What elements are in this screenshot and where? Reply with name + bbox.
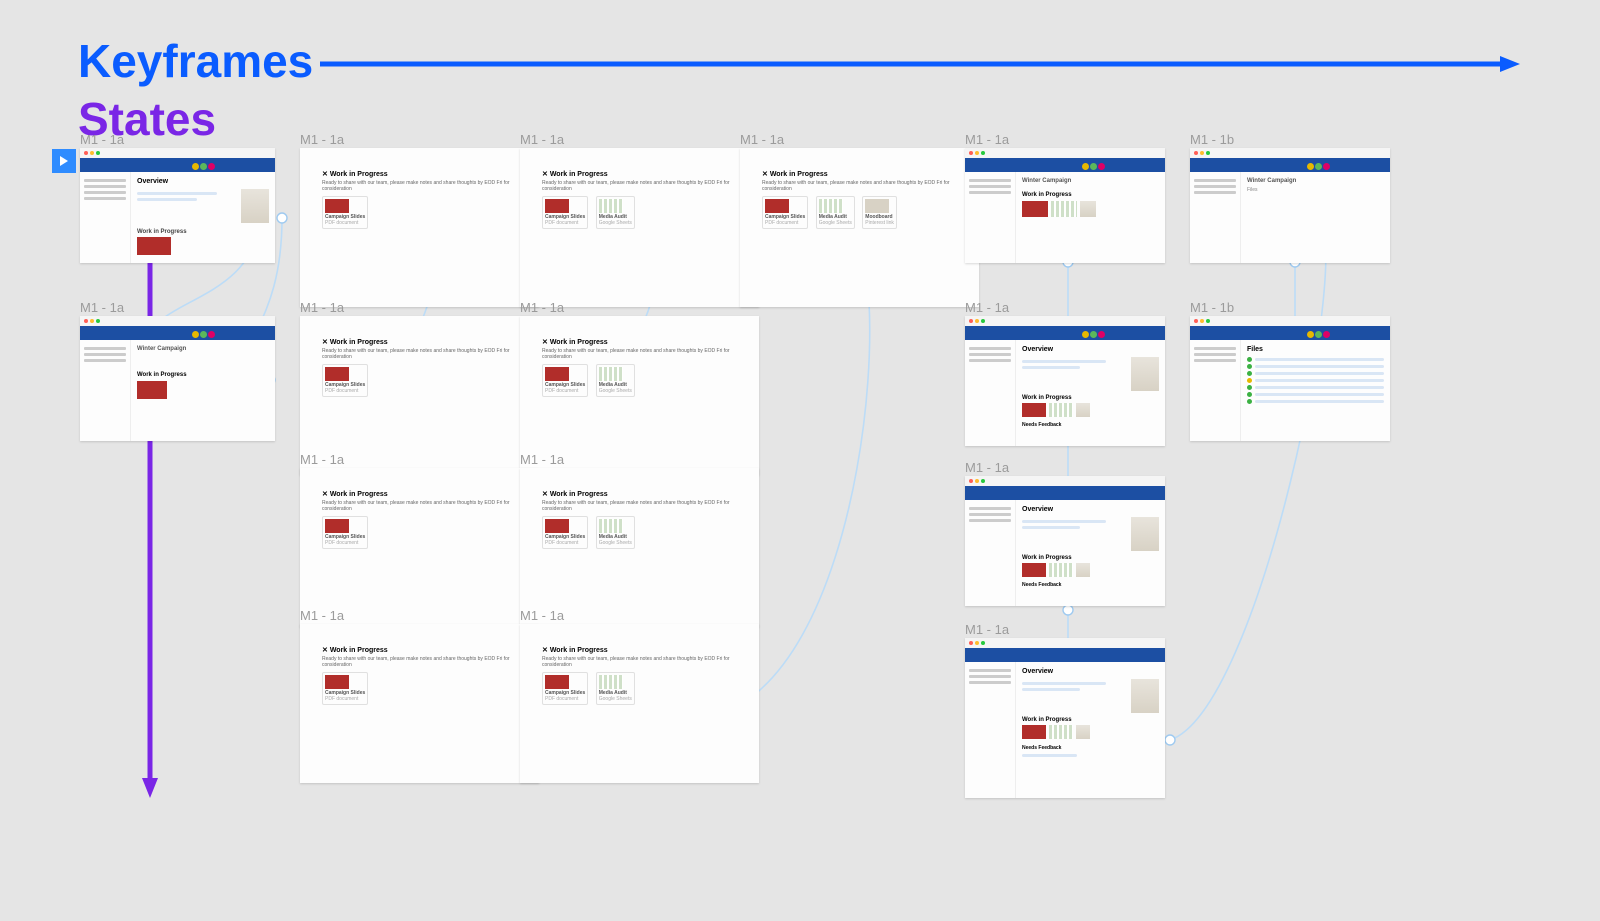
keyframes-heading: Keyframes [78, 34, 313, 88]
frame-label: M1 - 1a [740, 132, 784, 147]
frame-label: M1 - 1a [520, 452, 564, 467]
photo-thumbnail [241, 189, 269, 223]
frame[interactable]: Winter Campaign Files [1190, 148, 1390, 263]
frame-label: M1 - 1a [965, 132, 1009, 147]
frame-label: M1 - 1a [300, 608, 344, 623]
frame[interactable]: ✕ Work in Progress Ready to share with o… [520, 624, 759, 783]
frame[interactable]: Winter Campaign Work in Progress [80, 316, 275, 441]
wip-sub: Ready to share with our team, please mak… [322, 180, 517, 192]
connector-lines [0, 0, 1600, 921]
frame-label: M1 - 1b [1190, 300, 1234, 315]
frame[interactable]: Overview Work in Progress Needs Feedback [965, 638, 1165, 798]
keyframes-arrow [320, 56, 1520, 86]
frame[interactable]: Overview Work in Progress Needs Feedback [965, 476, 1165, 606]
frame-label: M1 - 1a [80, 300, 124, 315]
frame[interactable]: ✕ Work in Progress Ready to share with o… [300, 148, 539, 307]
frame[interactable]: Winter Campaign Work in Progress [965, 148, 1165, 263]
frame-label: M1 - 1a [80, 132, 124, 147]
diagram-canvas[interactable]: Keyframes States [0, 0, 1600, 921]
frame[interactable]: Overview Work in Progress [80, 148, 275, 263]
frame[interactable]: ✕ Work in Progress Ready to share with o… [740, 148, 979, 307]
frame-label: M1 - 1a [300, 452, 344, 467]
play-button[interactable] [52, 149, 76, 173]
frame[interactable]: ✕ Work in Progress Ready to share with o… [300, 468, 539, 627]
play-icon [59, 156, 69, 166]
red-thumbnail [137, 237, 171, 255]
frame[interactable]: Files [1190, 316, 1390, 441]
frame-label: M1 - 1a [965, 460, 1009, 475]
frame[interactable]: ✕ Work in Progress Ready to share with o… [520, 148, 759, 307]
overview-title: Overview [137, 178, 269, 185]
frame-label: M1 - 1a [520, 132, 564, 147]
frame-label: M1 - 1b [1190, 132, 1234, 147]
frame-label: M1 - 1a [300, 132, 344, 147]
frame-label: M1 - 1a [300, 300, 344, 315]
frame[interactable]: ✕ Work in Progress Ready to share with o… [520, 468, 759, 627]
frame-label: M1 - 1a [520, 608, 564, 623]
frame-label: M1 - 1a [965, 300, 1009, 315]
wip-label: Work in Progress [330, 171, 388, 178]
frame[interactable]: ✕ Work in Progress Ready to share with o… [300, 624, 539, 783]
wip-label: Work in Progress [137, 229, 269, 235]
frame[interactable]: Overview Work in Progress Needs Feedback [965, 316, 1165, 446]
frame-label: M1 - 1a [520, 300, 564, 315]
frame-label: M1 - 1a [965, 622, 1009, 637]
